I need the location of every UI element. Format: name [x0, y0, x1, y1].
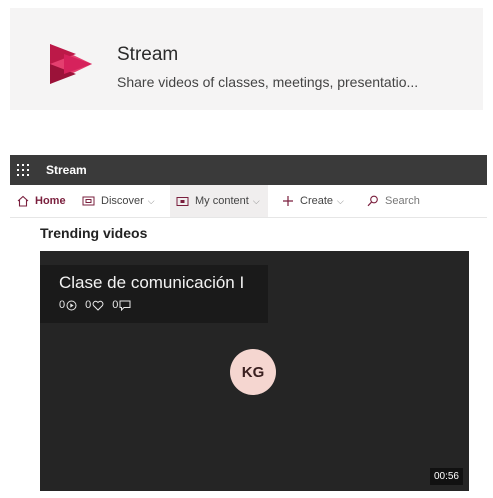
search-placeholder: Search [385, 195, 420, 207]
video-title[interactable]: Clase de comunicación I [59, 273, 244, 293]
search-box[interactable]: Search [367, 185, 420, 217]
comments-stat[interactable]: 0 [112, 299, 131, 311]
chevron-down-icon: ⌵ [252, 195, 260, 206]
my-content-icon [176, 196, 189, 206]
nav-my-content-label: My content [195, 195, 249, 207]
title-bar: Stream [10, 155, 487, 185]
top-nav: Home Discover ⌵ My content ⌵ Create ⌵ Se… [10, 185, 487, 218]
comment-icon [119, 300, 131, 311]
nav-home-label: Home [35, 195, 66, 207]
home-icon [17, 195, 29, 207]
stream-app-tile[interactable]: Stream Share videos of classes, meetings… [10, 8, 483, 110]
window-title: Stream [46, 163, 87, 177]
app-launcher-icon[interactable] [16, 163, 30, 177]
heart-icon [92, 300, 104, 311]
app-name: Stream [117, 44, 179, 65]
nav-create-label: Create [300, 195, 334, 207]
comments-count: 0 [112, 299, 119, 311]
nav-discover[interactable]: Discover ⌵ [82, 185, 155, 217]
nav-my-content[interactable]: My content ⌵ [170, 185, 268, 217]
discover-icon [82, 196, 95, 205]
views-stat: 0 [59, 299, 77, 311]
search-icon [367, 195, 378, 207]
section-title: Trending videos [40, 225, 148, 241]
stream-logo-icon [50, 44, 92, 84]
video-card[interactable]: Clase de comunicación I 0 0 0 KG 00:56 [40, 251, 469, 491]
play-circle-icon [66, 300, 77, 310]
chevron-down-icon: ⌵ [337, 195, 344, 206]
likes-count: 0 [85, 299, 92, 311]
app-description: Share videos of classes, meetings, prese… [117, 74, 419, 90]
nav-home[interactable]: Home [17, 185, 66, 217]
nav-discover-label: Discover [101, 195, 144, 207]
video-stats: 0 0 0 [59, 299, 131, 311]
chevron-down-icon: ⌵ [147, 195, 155, 206]
likes-stat[interactable]: 0 [85, 299, 104, 311]
stream-window: Stream Home Discover ⌵ My content ⌵ Crea… [10, 155, 487, 498]
avatar: KG [230, 349, 276, 395]
views-count: 0 [59, 299, 66, 311]
duration-badge: 00:56 [429, 468, 463, 485]
plus-icon [283, 196, 293, 206]
nav-create[interactable]: Create ⌵ [282, 185, 344, 217]
